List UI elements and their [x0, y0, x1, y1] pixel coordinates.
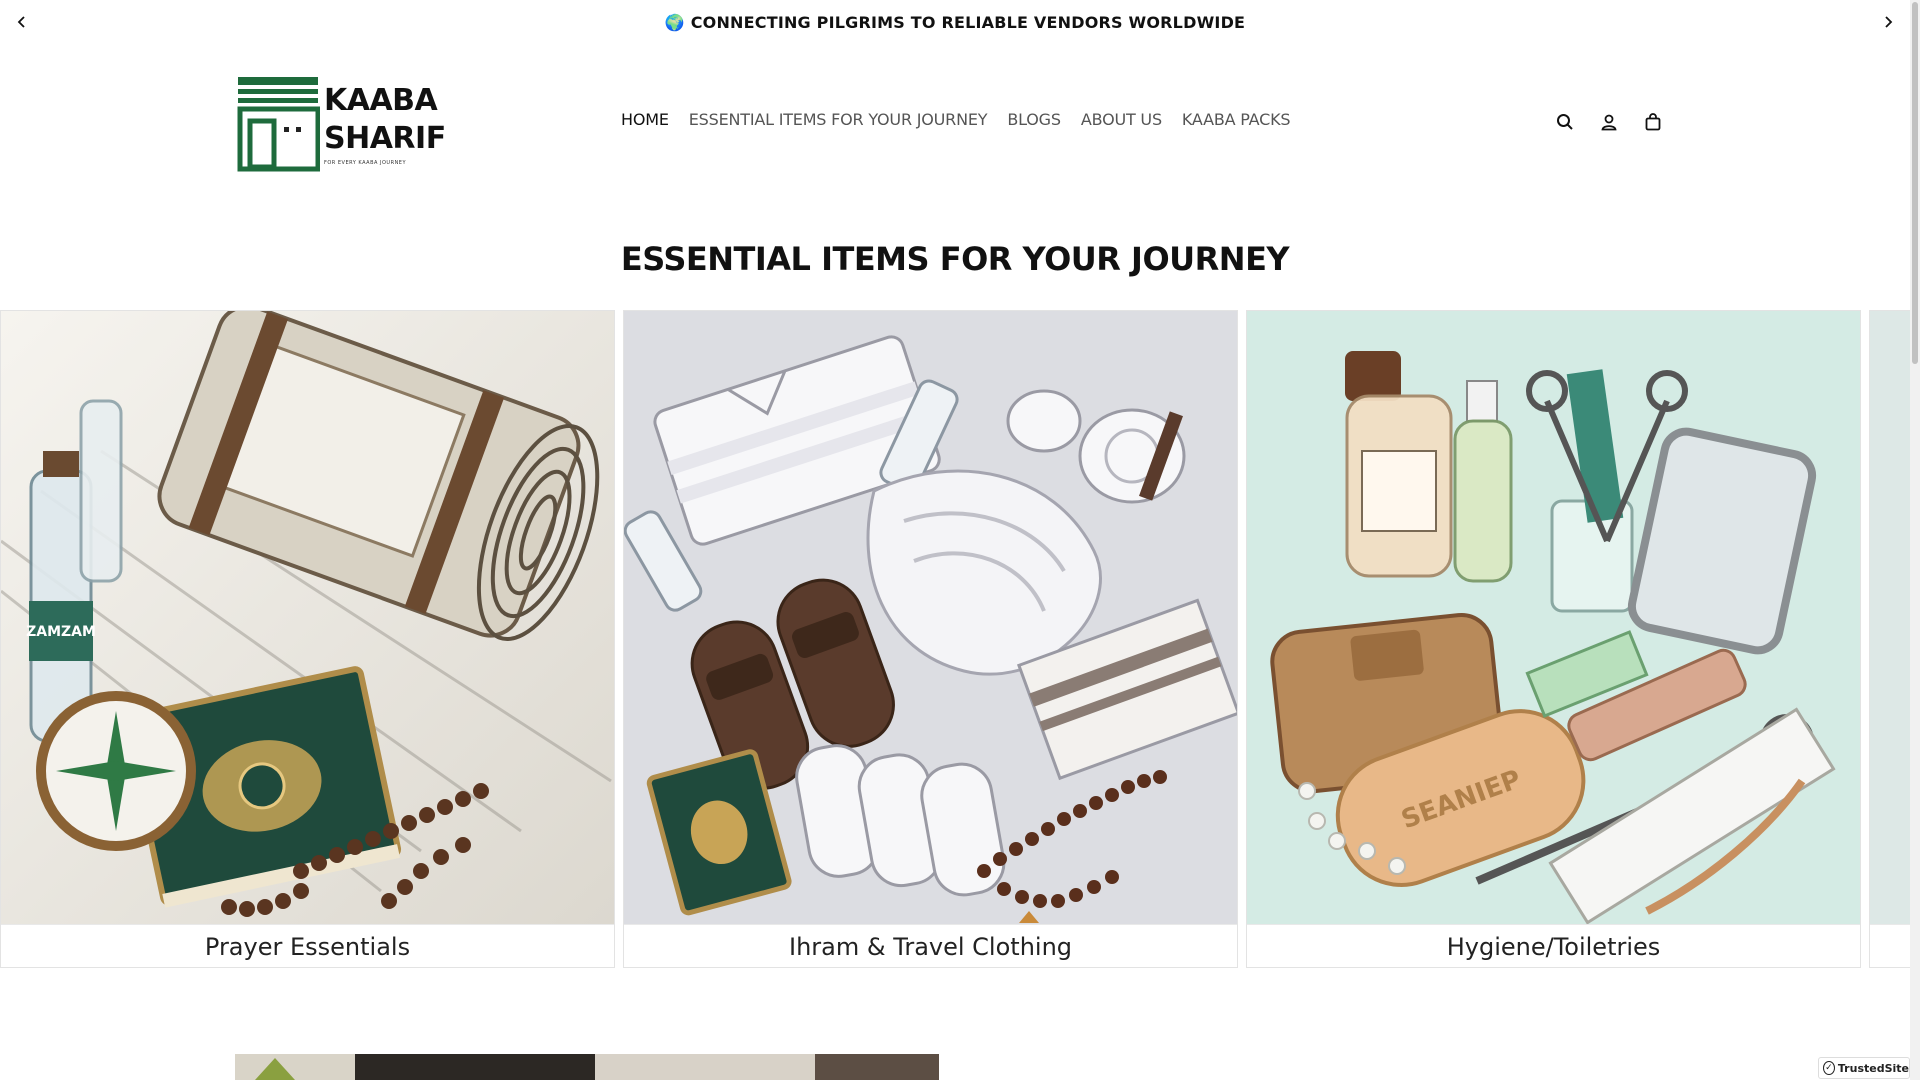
logo-line-2: SHARIF — [324, 121, 446, 156]
nav-item-about-us[interactable]: ABOUT US — [1081, 110, 1162, 129]
cart-button[interactable] — [1641, 110, 1665, 134]
header-actions — [1553, 110, 1665, 134]
collection-label: Hygiene/Toiletries — [1247, 924, 1860, 968]
collection-image-hygiene-toiletries: SEANIEP — [1247, 311, 1860, 924]
account-icon — [1601, 114, 1617, 131]
site-header: KAABA SHARIF FOR EVERY KAABA JOURNEY HOM… — [0, 44, 1910, 204]
page-scrollbar[interactable] — [1910, 0, 1920, 1080]
collection-card-next[interactable] — [1869, 310, 1910, 968]
logo-wordmark: KAABA SHARIF FOR EVERY KAABA JOURNEY — [324, 82, 446, 166]
chevron-right-icon — [1885, 16, 1893, 28]
scrollbar-thumb[interactable] — [1912, 2, 1918, 364]
collection-card-hygiene-toiletries[interactable]: SEANIEP Hygiene/Toiletries — [1246, 310, 1861, 968]
main-nav: HOME ESSENTIAL ITEMS FOR YOUR JOURNEY BL… — [621, 110, 1291, 129]
announcement-text: 🌍 CONNECTING PILGRIMS TO RELIABLE VENDOR… — [664, 12, 1246, 32]
section-title: ESSENTIAL ITEMS FOR YOUR JOURNEY — [620, 240, 1290, 278]
nav-item-kaaba-packs[interactable]: KAABA PACKS — [1182, 110, 1291, 129]
search-button[interactable] — [1553, 110, 1577, 134]
collection-card-prayer-essentials[interactable]: ZAMZAM Prayer Essentials — [0, 310, 615, 968]
logo-line-1: KAABA — [324, 83, 438, 118]
collection-label: Prayer Essentials — [1, 924, 614, 968]
collection-label — [1870, 924, 1910, 968]
chevron-left-icon — [17, 16, 25, 28]
trustedsite-label: TrustedSite — [1837, 1061, 1909, 1075]
svg-text:ZAMZAM: ZAMZAM — [26, 624, 96, 640]
search-icon — [1557, 114, 1573, 130]
nav-item-home[interactable]: HOME — [621, 110, 669, 129]
kaaba-logo-icon — [236, 75, 321, 173]
featured-banner-image — [235, 1054, 939, 1080]
nav-item-essential-items[interactable]: ESSENTIAL ITEMS FOR YOUR JOURNEY — [689, 110, 988, 129]
collection-carousel: ZAMZAM Prayer Essentials Ihram & Travel … — [0, 310, 1910, 970]
site-logo[interactable]: KAABA SHARIF FOR EVERY KAABA JOURNEY — [236, 74, 446, 174]
announcement-bar: 🌍 CONNECTING PILGRIMS TO RELIABLE VENDOR… — [0, 0, 1910, 44]
check-icon: ✓ — [1823, 1061, 1835, 1075]
collection-image-next — [1870, 311, 1910, 924]
collection-image-ihram-travel-clothing — [624, 311, 1237, 924]
nav-item-blogs[interactable]: BLOGS — [1007, 110, 1061, 129]
collection-image-prayer-essentials: ZAMZAM — [1, 311, 614, 924]
collection-label: Ihram & Travel Clothing — [624, 924, 1237, 968]
announcement-next-button[interactable] — [1876, 10, 1900, 34]
collection-card-ihram-travel-clothing[interactable]: Ihram & Travel Clothing — [623, 310, 1238, 968]
account-button[interactable] — [1597, 110, 1621, 134]
cart-icon — [1645, 113, 1661, 131]
trustedsite-badge[interactable]: ✓ TrustedSite — [1818, 1057, 1910, 1079]
logo-tagline: FOR EVERY KAABA JOURNEY — [324, 160, 407, 166]
announcement-prev-button[interactable] — [10, 10, 34, 34]
